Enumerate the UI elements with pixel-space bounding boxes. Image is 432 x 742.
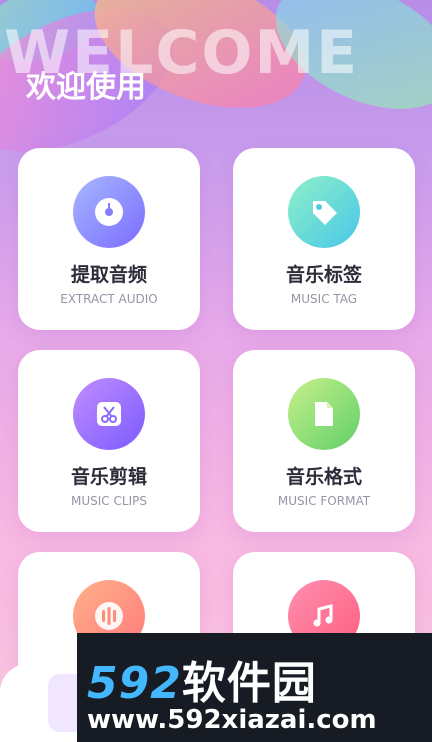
scissors-icon (73, 378, 145, 450)
music-disc-icon (73, 176, 145, 248)
page-title: 欢迎使用 (26, 70, 146, 105)
card-subtitle: MUSIC TAG (290, 292, 358, 306)
music-clips-card[interactable]: 音乐剪辑 MUSIC CLIPS (18, 350, 200, 532)
watermark-logo: 592软件园 (87, 647, 317, 711)
file-icon (288, 378, 360, 450)
watermark-overlay: 592软件园 www.592xiazai.com (77, 633, 432, 742)
card-title: 音乐格式 (285, 466, 362, 488)
card-subtitle: EXTRACT AUDIO (60, 292, 158, 306)
card-subtitle: MUSIC CLIPS (71, 494, 147, 508)
music-tag-card[interactable]: 音乐标签 MUSIC TAG (233, 148, 415, 330)
extract-audio-card[interactable]: 提取音频 EXTRACT AUDIO (18, 148, 200, 330)
tag-icon (288, 176, 360, 248)
watermark-logo-number: 592 (87, 658, 182, 709)
watermark-logo-text: 软件园 (181, 658, 317, 709)
card-title: 音乐剪辑 (70, 466, 147, 488)
watermark-url: www.592xiazai.com (87, 705, 377, 735)
card-subtitle: MUSIC FORMAT (277, 494, 371, 508)
card-title: 提取音频 (70, 264, 147, 286)
music-format-card[interactable]: 音乐格式 MUSIC FORMAT (233, 350, 415, 532)
card-title: 音乐标签 (285, 264, 362, 286)
